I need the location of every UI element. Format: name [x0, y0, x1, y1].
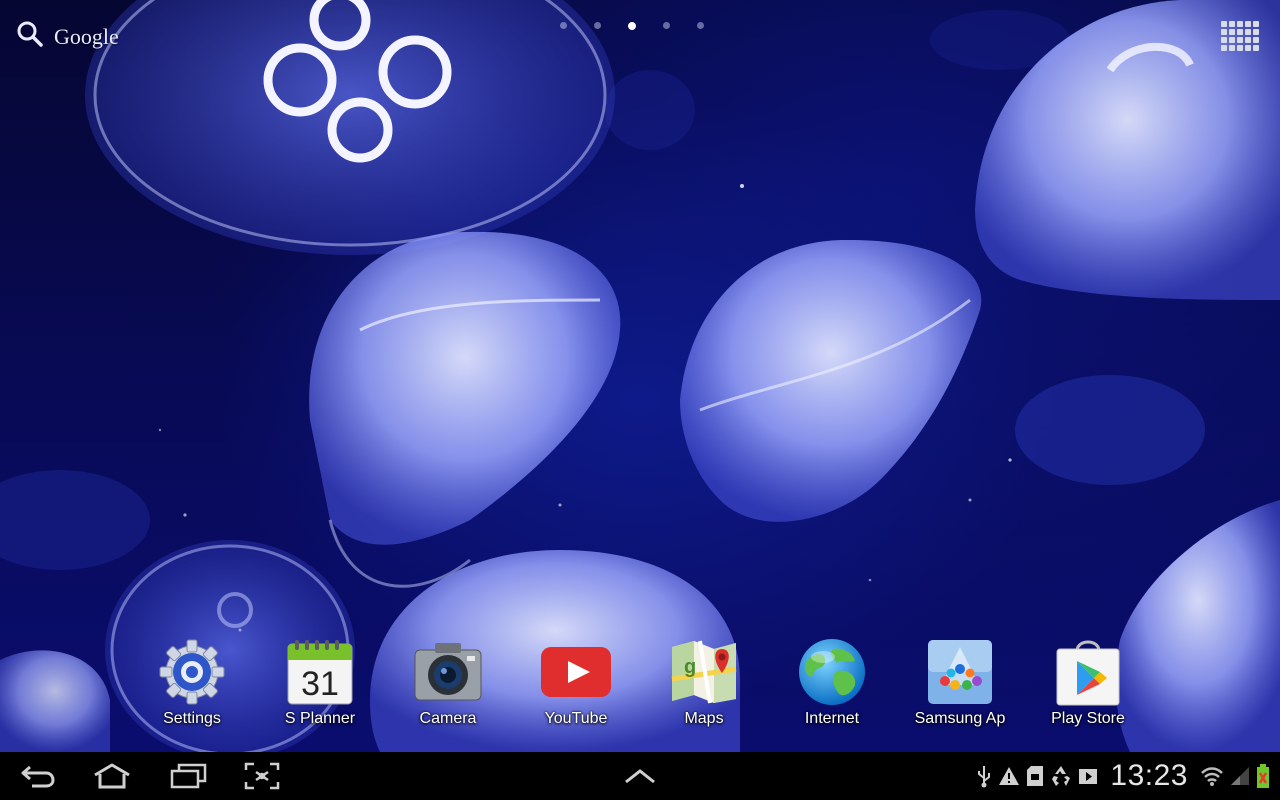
samsung-apps-icon — [924, 636, 996, 708]
screenshot-icon[interactable] — [232, 756, 292, 796]
app-label: Play Store — [1051, 710, 1125, 727]
app-label: YouTube — [544, 710, 608, 727]
svg-text:g: g — [684, 656, 696, 678]
home-icon[interactable] — [82, 756, 142, 796]
wifi-icon — [1200, 765, 1224, 787]
calendar-icon: 31 — [284, 636, 356, 708]
app-internet[interactable]: Internet — [768, 636, 896, 736]
back-icon[interactable] — [8, 756, 68, 796]
settings-gear-icon — [156, 636, 228, 708]
app-play-store[interactable]: Play Store — [1024, 636, 1152, 736]
calendar-day: 31 — [301, 665, 339, 703]
app-label: Camera — [419, 710, 477, 727]
youtube-icon — [540, 636, 612, 708]
app-label: Samsung Ap — [914, 710, 1006, 727]
expand-up-icon[interactable] — [610, 756, 670, 796]
app-youtube[interactable]: YouTube — [512, 636, 640, 736]
signal-icon — [1230, 766, 1250, 786]
app-maps[interactable]: g Maps — [640, 636, 768, 736]
app-label: Maps — [684, 710, 724, 727]
maps-icon: g — [668, 636, 740, 708]
app-label: Settings — [163, 710, 221, 727]
app-s-planner[interactable]: 31 S Planner — [256, 636, 384, 736]
clock: 13:23 — [1110, 759, 1188, 792]
app-dock: Settings 31 S Planner Camera YouTube g M… — [128, 636, 1152, 736]
app-camera[interactable]: Camera — [384, 636, 512, 736]
google-label: Google — [54, 23, 119, 49]
media-icon — [1078, 766, 1098, 786]
app-settings[interactable]: Settings — [128, 636, 256, 736]
home-screen: Google Settings 31 S Planner Camera YouT… — [0, 0, 1280, 800]
status-area[interactable]: 13:23 — [976, 752, 1270, 800]
page-dot[interactable] — [697, 22, 704, 29]
warning-icon — [998, 766, 1020, 786]
search-icon — [16, 20, 44, 53]
page-indicator — [560, 22, 704, 30]
page-dot[interactable] — [560, 22, 567, 29]
play-store-icon — [1052, 636, 1124, 708]
recycle-icon — [1050, 765, 1072, 787]
page-dot[interactable] — [594, 22, 601, 29]
app-label: Internet — [804, 710, 860, 727]
google-search-widget[interactable]: Google — [16, 20, 119, 53]
apps-grid-icon[interactable] — [1220, 16, 1260, 56]
page-dot-active[interactable] — [628, 22, 636, 30]
page-dot[interactable] — [663, 22, 670, 29]
battery-charging-icon — [1256, 763, 1270, 789]
sd-card-icon — [1026, 765, 1044, 787]
app-label: S Planner — [284, 710, 356, 727]
app-samsung-apps[interactable]: Samsung Ap — [896, 636, 1024, 736]
system-bar: 13:23 — [0, 752, 1280, 800]
usb-icon — [976, 764, 992, 788]
camera-icon — [412, 636, 484, 708]
recent-apps-icon[interactable] — [158, 756, 218, 796]
globe-icon — [796, 636, 868, 708]
